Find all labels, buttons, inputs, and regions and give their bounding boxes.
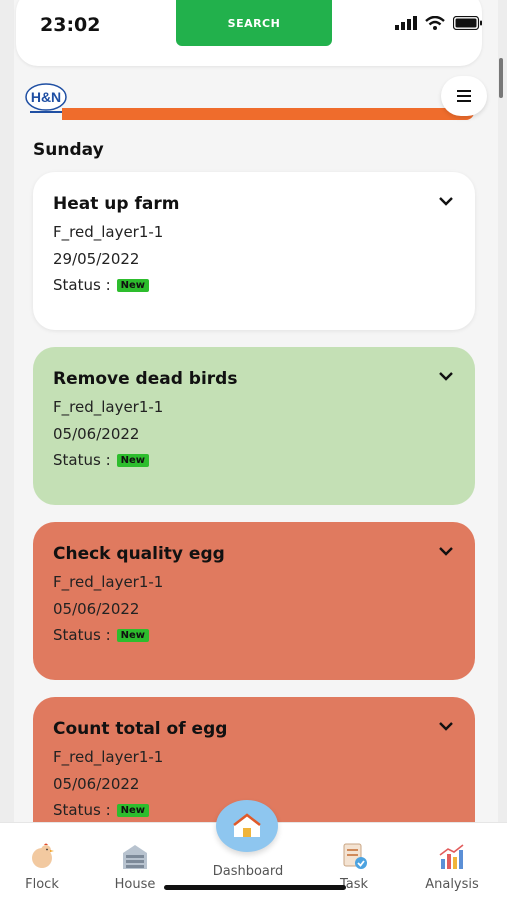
battery-icon — [453, 16, 482, 30]
nav-flock-label: Flock — [25, 877, 59, 892]
task-title: Count total of egg — [53, 719, 228, 739]
status-label: Status : — [53, 626, 111, 644]
signal-icon — [395, 16, 417, 30]
status-label: Status : — [53, 451, 111, 469]
status-time: 23:02 — [40, 14, 101, 36]
task-clipboard-icon — [343, 843, 367, 869]
wifi-icon — [425, 16, 445, 30]
header-accent-bar — [62, 108, 474, 120]
task-date: 05/06/2022 — [53, 775, 140, 793]
task-card[interactable]: Check quality egg F_red_layer1-1 05/06/2… — [33, 522, 475, 680]
system-icons — [395, 16, 483, 30]
task-status-row: Status : New — [53, 276, 455, 294]
status-badge: New — [116, 278, 150, 292]
dashboard-button[interactable] — [216, 800, 278, 852]
chevron-down-icon[interactable] — [439, 546, 453, 556]
task-status-row: Status : New — [53, 626, 455, 644]
hn-logo: H&N — [24, 82, 68, 116]
task-card[interactable]: Remove dead birds F_red_layer1-1 05/06/2… — [33, 347, 475, 505]
hamburger-icon — [457, 90, 471, 102]
task-date: 29/05/2022 — [53, 250, 140, 268]
task-title: Heat up farm — [53, 194, 180, 214]
barn-icon — [123, 845, 147, 869]
task-date: 05/06/2022 — [53, 600, 140, 618]
task-flock: F_red_layer1-1 — [53, 223, 164, 241]
status-badge: New — [116, 453, 150, 467]
home-indicator — [164, 885, 346, 890]
bar-chart-icon — [439, 844, 464, 869]
task-status-row: Status : New — [53, 451, 455, 469]
nav-analysis-label: Analysis — [425, 877, 479, 892]
scrollbar-thumb[interactable] — [499, 58, 503, 98]
svg-text:H&N: H&N — [31, 89, 61, 105]
menu-button[interactable] — [441, 76, 487, 116]
chevron-down-icon[interactable] — [439, 196, 453, 206]
task-title: Remove dead birds — [53, 369, 238, 389]
status-badge: New — [116, 628, 150, 642]
day-heading: Sunday — [33, 140, 104, 160]
status-label: Status : — [53, 801, 111, 819]
task-date: 05/06/2022 — [53, 425, 140, 443]
status-badge: New — [116, 803, 150, 817]
task-title: Check quality egg — [53, 544, 225, 564]
nav-dashboard-label[interactable]: Dashboard — [200, 864, 296, 879]
task-flock: F_red_layer1-1 — [53, 573, 164, 591]
chevron-down-icon[interactable] — [439, 371, 453, 381]
task-flock: F_red_layer1-1 — [53, 398, 164, 416]
chevron-down-icon[interactable] — [439, 721, 453, 731]
farm-home-icon — [233, 813, 261, 837]
status-label: Status : — [53, 276, 111, 294]
task-flock: F_red_layer1-1 — [53, 748, 164, 766]
nav-house[interactable]: House — [95, 841, 175, 892]
nav-house-label: House — [114, 877, 156, 892]
nav-flock[interactable]: Flock — [2, 841, 82, 892]
nav-analysis[interactable]: Analysis — [412, 841, 492, 892]
task-card[interactable]: Heat up farm F_red_layer1-1 29/05/2022 S… — [33, 172, 475, 330]
search-button[interactable]: SEARCH — [176, 0, 332, 46]
chicken-icon — [32, 843, 54, 868]
